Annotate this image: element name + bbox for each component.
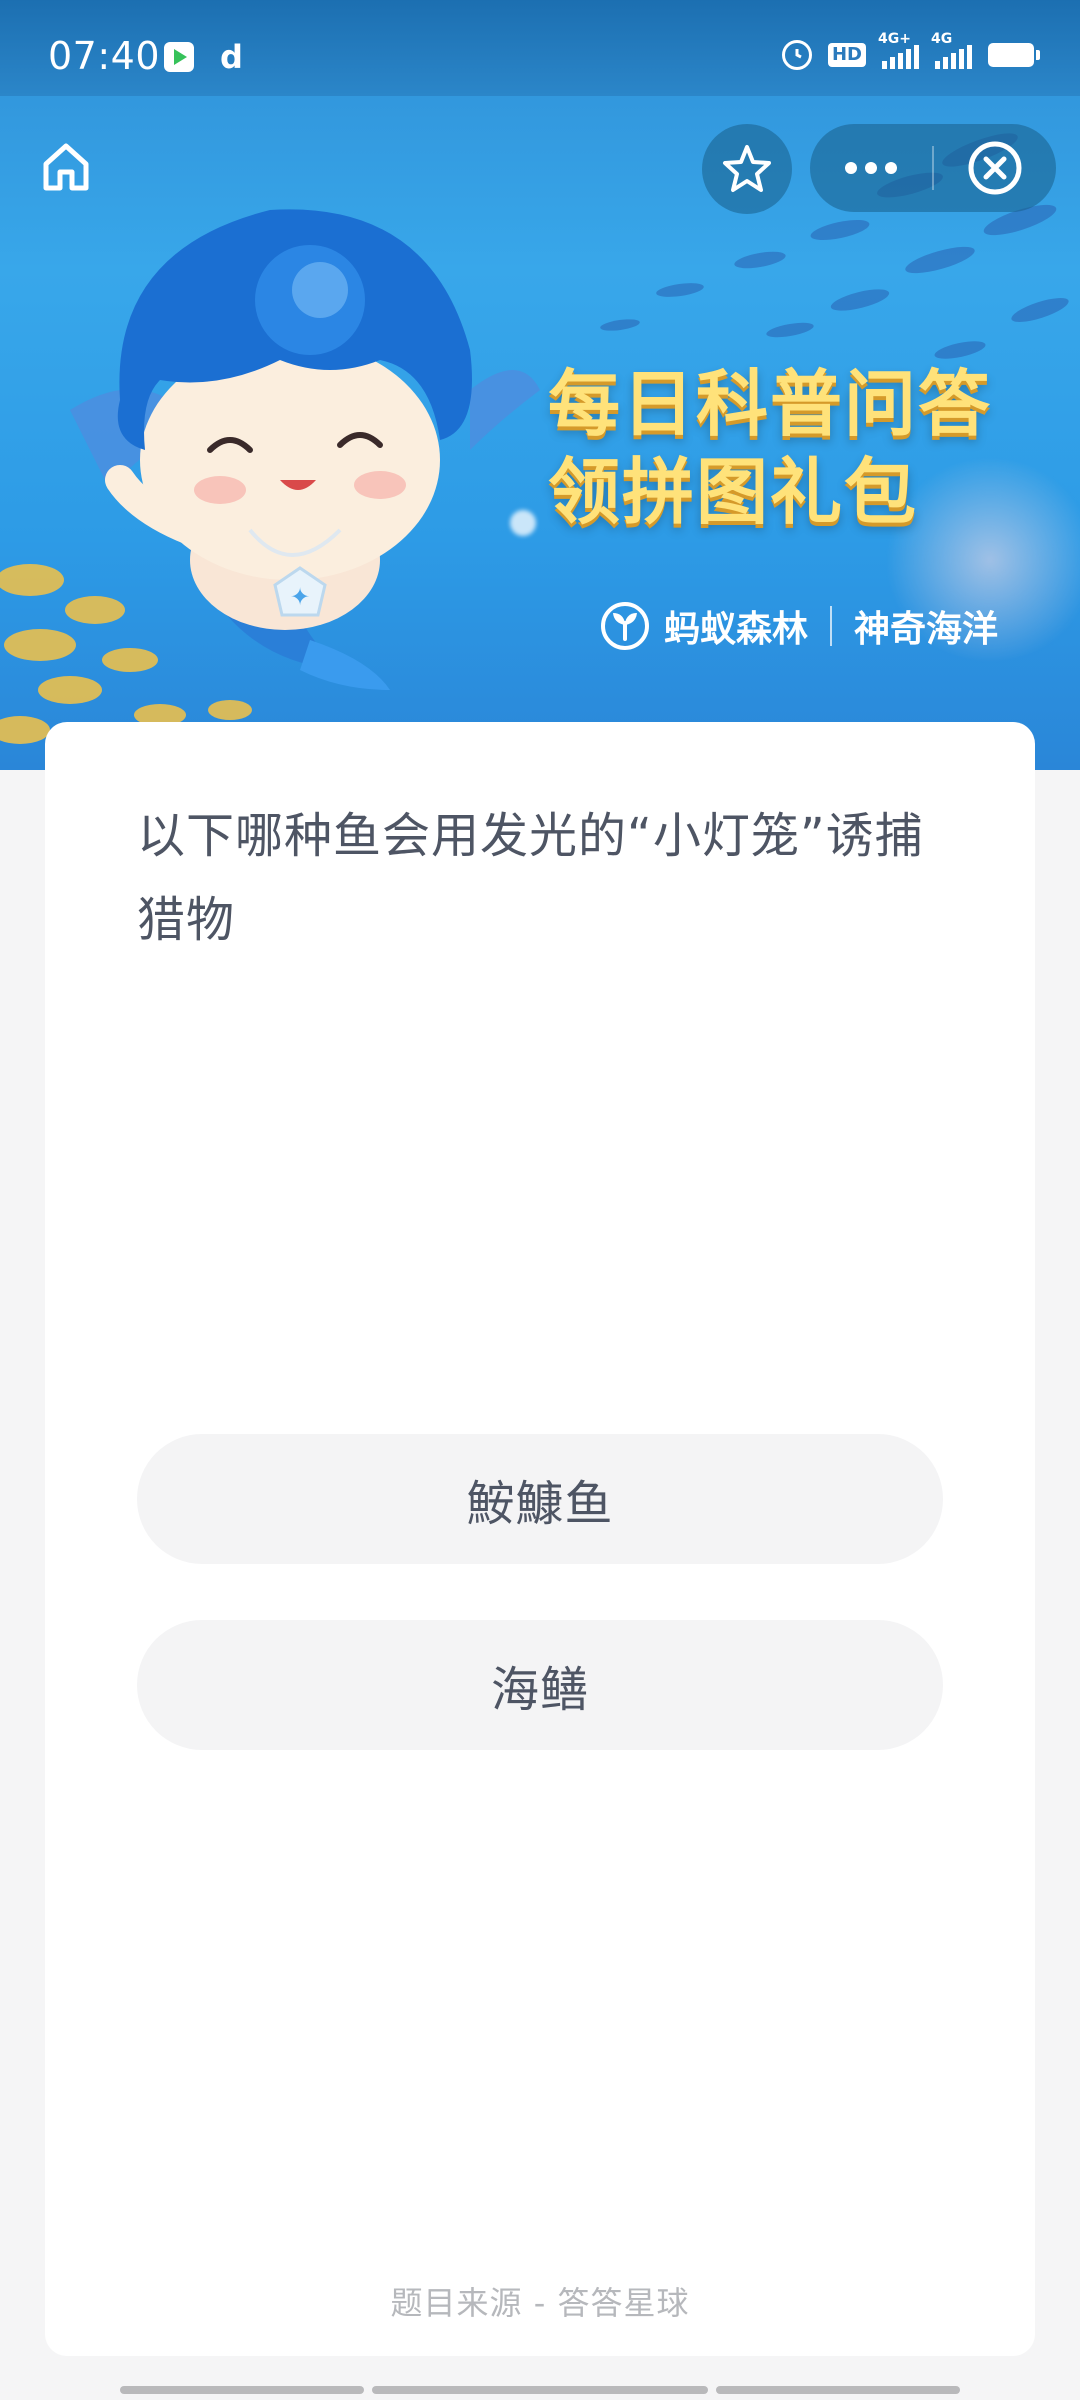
banner-title-line-1: 每日科普问答: [548, 362, 993, 446]
d-icon: d: [220, 38, 243, 76]
favorite-button[interactable]: [702, 124, 792, 214]
svg-text:✦: ✦: [290, 583, 310, 611]
brand-ant-forest: 蚂蚁森林: [664, 609, 809, 650]
home-icon: [43, 143, 89, 191]
brand-divider: [830, 606, 833, 646]
status-time: 07:40: [48, 34, 161, 78]
play-store-icon: [164, 42, 194, 72]
question-source: 题目来源 - 答答星球: [390, 2284, 690, 2322]
answer-option-1[interactable]: 鮟鱇鱼: [137, 1434, 943, 1564]
banner-title: 每日科普问答 领拼图礼包: [548, 360, 992, 536]
gesture-bar-segment: [120, 2386, 364, 2394]
banner-title-line-2: 领拼图礼包: [548, 450, 919, 534]
hd-icon: HD: [827, 43, 866, 67]
ant-forest-logo-icon: [601, 602, 649, 650]
question-text: 以下哪种鱼会用发光的“小灯笼”诱捕猎物: [137, 808, 924, 948]
network-label-4g: 4G: [931, 31, 953, 47]
brand-magic-ocean: 神奇海洋: [854, 609, 999, 650]
alarm-icon: [781, 40, 812, 70]
answer-option-label: 海鳝: [490, 1662, 589, 1718]
signal-4g-plus-icon: 4G+: [878, 31, 919, 69]
status-bar: 07:40 d HD 4G+ 4G: [0, 0, 1080, 116]
gesture-bar-segment: [716, 2386, 960, 2394]
more-button[interactable]: [810, 124, 932, 212]
home-button[interactable]: [30, 130, 102, 202]
close-button[interactable]: [934, 124, 1056, 212]
answer-option-label: 鮟鱇鱼: [466, 1476, 614, 1532]
answer-option-2[interactable]: 海鳝: [137, 1620, 943, 1750]
status-left-icons: d: [164, 38, 243, 76]
network-label-4g-plus: 4G+: [878, 31, 911, 47]
battery-icon: [988, 43, 1040, 67]
close-icon: [968, 141, 1022, 195]
question-card: 以下哪种鱼会用发光的“小灯笼”诱捕猎物 鮟鱇鱼 海鳝 题目来源 - 答答星球: [45, 722, 1035, 2356]
star-icon: [723, 145, 771, 192]
mini-program-capsule: [810, 124, 1056, 212]
more-icon: [845, 162, 897, 174]
banner-brand-row: 蚂蚁森林 神奇海洋: [598, 596, 998, 656]
signal-4g-icon: 4G: [931, 31, 972, 69]
mermaid-mascot-illustration: ✦: [70, 209, 540, 690]
status-right-icons: HD 4G+ 4G: [781, 31, 1040, 70]
gesture-bar-segment: [372, 2386, 708, 2394]
